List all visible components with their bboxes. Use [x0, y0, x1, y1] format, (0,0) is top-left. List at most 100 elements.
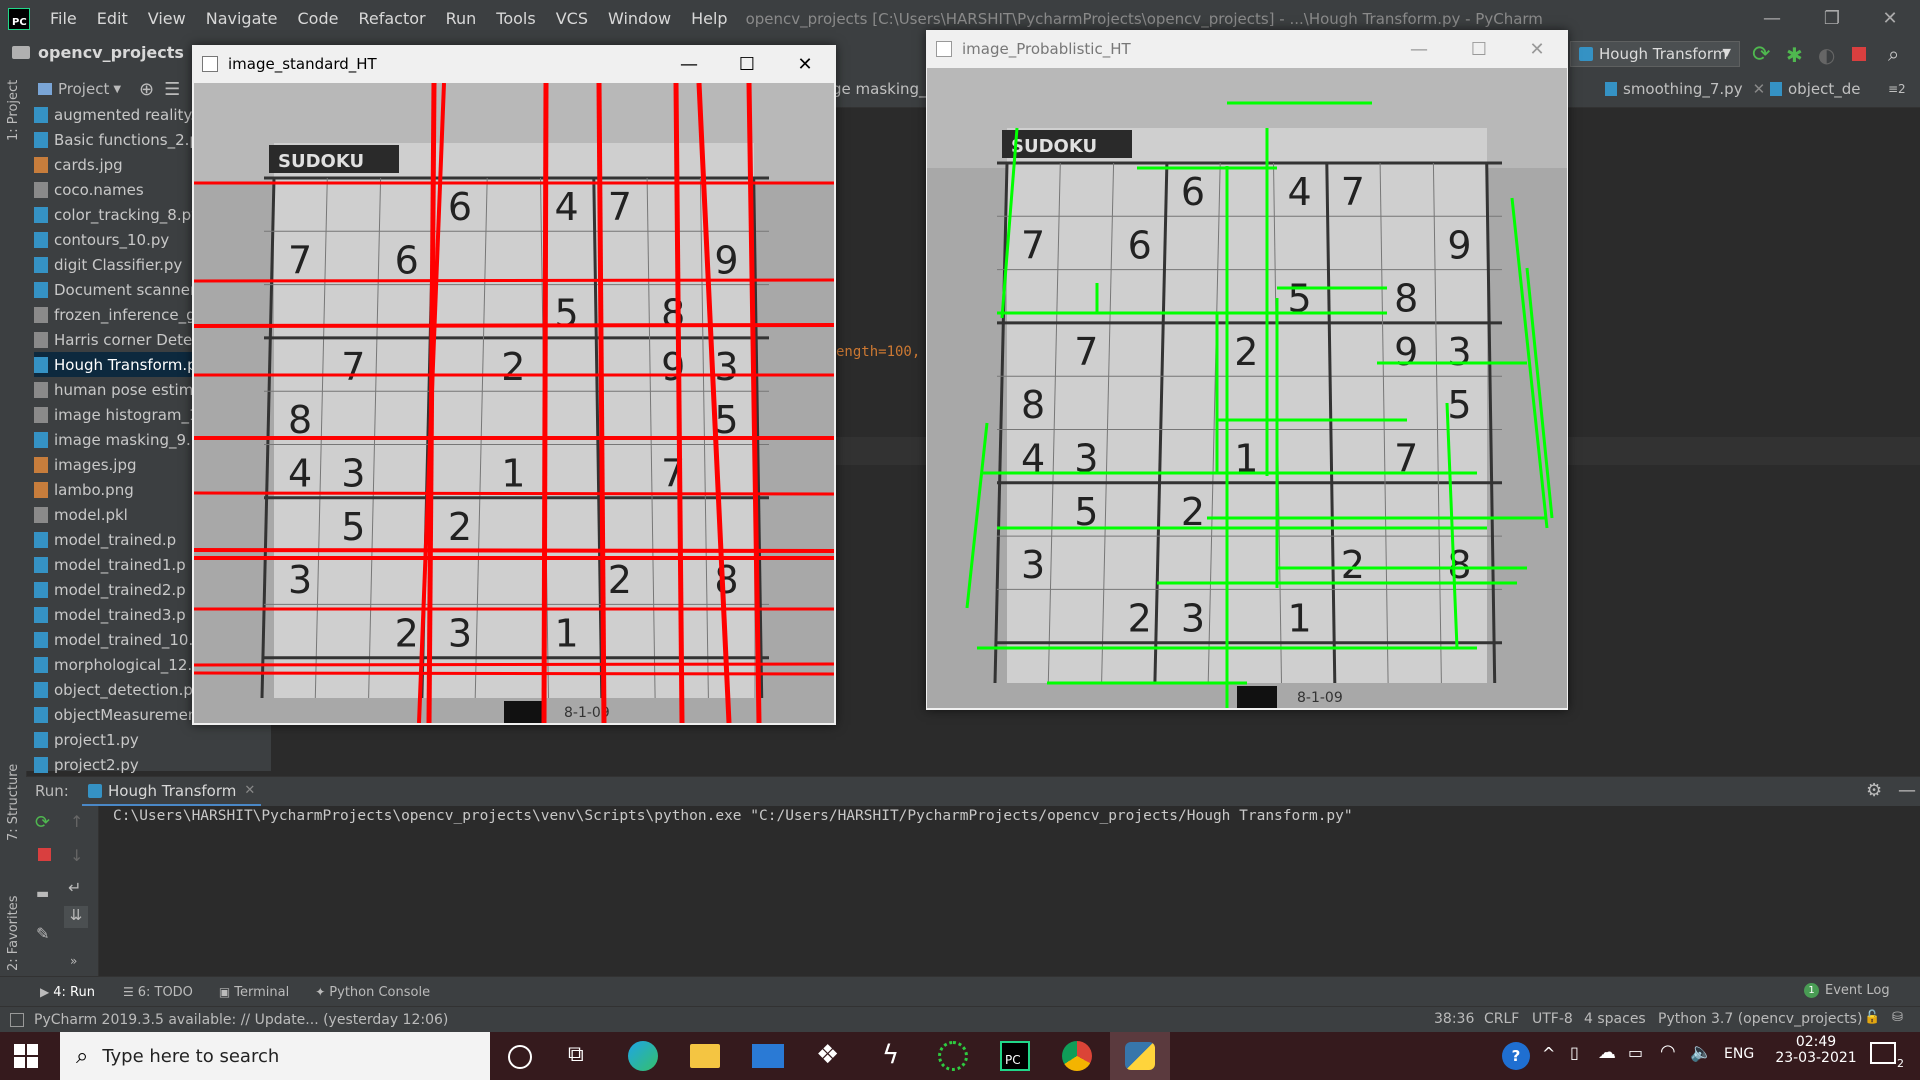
windows-start-icon[interactable]: [14, 1044, 38, 1068]
mail-icon[interactable]: [752, 1044, 784, 1068]
editor-tab-image-masking[interactable]: ge masking_9: [832, 71, 936, 107]
rerun-icon[interactable]: ⟳: [1752, 42, 1770, 67]
event-log-tab[interactable]: 1 Event Log: [1804, 983, 1890, 998]
task-view-icon[interactable]: ⧉: [568, 1042, 584, 1067]
close-tab-icon[interactable]: ✕: [244, 783, 255, 798]
editor-tab-object-detection[interactable]: object_de: [1770, 71, 1860, 107]
maximize-button[interactable]: ☐: [1456, 30, 1502, 68]
edge-icon[interactable]: [628, 1041, 658, 1071]
debug-icon[interactable]: ✱: [1786, 43, 1803, 67]
minimize-button[interactable]: —: [1396, 30, 1442, 68]
terminal-tool-tab[interactable]: ▣ Terminal: [219, 985, 289, 1000]
run-tool-tab-label: 4: Run: [53, 984, 95, 1000]
menu-code[interactable]: Code: [288, 9, 349, 28]
breadcrumb[interactable]: opencv_projects: [12, 43, 184, 62]
minimize-button[interactable]: —: [666, 45, 712, 83]
memory-icon[interactable]: ⛁: [1892, 1010, 1903, 1025]
collapse-icon[interactable]: ☰: [164, 79, 180, 100]
editor-tab-smoothing[interactable]: smoothing_7.py ✕: [1605, 71, 1765, 107]
minimize-button[interactable]: —: [1742, 0, 1802, 37]
tool-windows-icon[interactable]: [10, 1013, 24, 1027]
project-tool-tab[interactable]: 1: Project: [6, 80, 21, 141]
close-button[interactable]: ✕: [1514, 30, 1560, 68]
battery-icon[interactable]: ▭: [1628, 1043, 1643, 1062]
menu-refactor[interactable]: Refactor: [348, 9, 435, 28]
more-icon[interactable]: »: [70, 954, 77, 968]
sudoku-digit: 1: [1288, 596, 1312, 640]
line-separator[interactable]: CRLF: [1484, 1011, 1519, 1027]
lock-icon[interactable]: 🔓: [1864, 1010, 1880, 1025]
device-icon[interactable]: ▯: [1570, 1043, 1579, 1062]
menu-help[interactable]: Help: [681, 9, 737, 28]
file-encoding[interactable]: UTF-8: [1532, 1011, 1573, 1027]
close-button[interactable]: ✕: [1860, 0, 1920, 37]
chevron-up-icon[interactable]: ^: [1542, 1044, 1555, 1063]
probabilistic-ht-window[interactable]: image_Probablistic_HT — ☐ ✕ SUDOKU 8-1-09…: [926, 30, 1568, 710]
cortana-icon[interactable]: [508, 1045, 532, 1069]
down-arrow-icon[interactable]: ↓: [70, 846, 83, 865]
menu-view[interactable]: View: [138, 9, 196, 28]
refresh-app-icon[interactable]: [938, 1041, 968, 1071]
gear-icon[interactable]: ⚙: [1866, 780, 1882, 801]
standard-ht-window[interactable]: image_standard_HT — ☐ ✕ SUDOKU 8-1-09 6 4 7 7…: [192, 45, 836, 725]
maximize-button[interactable]: ☐: [724, 45, 770, 83]
file-explorer-icon[interactable]: [690, 1044, 720, 1068]
run-console[interactable]: [26, 806, 1920, 976]
file-item[interactable]: project2.py: [34, 752, 270, 777]
rerun-icon[interactable]: ⟳: [35, 812, 50, 833]
run-config-dropdown[interactable]: Hough Transform ▼: [1570, 41, 1740, 67]
menu-vcs[interactable]: VCS: [546, 9, 598, 28]
crosshair-icon[interactable]: ⊕: [139, 79, 154, 100]
stop-icon[interactable]: [38, 848, 51, 861]
menu-navigate[interactable]: Navigate: [196, 9, 288, 28]
scroll-to-end-icon[interactable]: ⇊: [64, 906, 88, 928]
clock[interactable]: 02:49 23-03-2021: [1768, 1034, 1864, 1066]
event-log-badge: 1: [1804, 983, 1819, 998]
file-name: project2.py: [54, 755, 139, 774]
menu-edit[interactable]: Edit: [87, 9, 138, 28]
favorites-tool-tab[interactable]: 2: Favorites: [6, 895, 21, 971]
menu-file[interactable]: File: [40, 9, 87, 28]
close-tab-icon[interactable]: ✕: [1753, 80, 1766, 98]
winamp-icon[interactable]: ϟ: [882, 1040, 899, 1070]
clock-time: 02:49: [1795, 1034, 1837, 1050]
onedrive-icon[interactable]: ☁: [1598, 1042, 1616, 1063]
dropbox-icon[interactable]: ❖: [816, 1040, 839, 1070]
search-icon[interactable]: ⌕: [1888, 42, 1899, 66]
pycharm-taskbar-icon[interactable]: PC: [1000, 1041, 1030, 1071]
file-item[interactable]: project1.py: [34, 727, 270, 752]
run-tool-tab[interactable]: ▶ 4: Run: [40, 985, 95, 1000]
notification-icon[interactable]: 2: [1870, 1042, 1904, 1070]
restore-button[interactable]: ❐: [1802, 0, 1862, 37]
volume-icon[interactable]: 🔈: [1690, 1042, 1712, 1063]
caret-position[interactable]: 38:36: [1434, 1011, 1474, 1027]
wifi-icon[interactable]: ◠: [1660, 1041, 1676, 1062]
project-view-dropdown[interactable]: Project: [58, 80, 109, 98]
up-arrow-icon[interactable]: ↑: [70, 812, 83, 831]
menu-tools[interactable]: Tools: [486, 9, 545, 28]
close-button[interactable]: ✕: [782, 45, 828, 83]
stop-icon[interactable]: [1852, 47, 1866, 61]
language-indicator[interactable]: ENG: [1724, 1046, 1754, 1062]
indent-setting[interactable]: 4 spaces: [1584, 1011, 1646, 1027]
coverage-icon[interactable]: ◐: [1818, 43, 1835, 67]
layout-icon[interactable]: ▬: [36, 886, 49, 902]
python-console-tool-tab[interactable]: ✦ Python Console: [315, 985, 430, 1000]
tab-overflow-button[interactable]: ≡2: [1888, 71, 1906, 107]
soft-wrap-icon[interactable]: ↵: [68, 878, 81, 897]
taskbar-search-box[interactable]: ⌕ Type here to search: [60, 1032, 490, 1080]
status-message[interactable]: PyCharm 2019.3.5 available: // Update...…: [34, 1012, 448, 1028]
todo-tool-tab[interactable]: ☰ 6: TODO: [123, 985, 193, 1000]
hide-panel-icon[interactable]: —: [1898, 780, 1916, 801]
help-icon[interactable]: ?: [1502, 1042, 1530, 1070]
chrome-icon[interactable]: [1062, 1041, 1092, 1071]
run-tab[interactable]: Hough Transform ✕: [82, 777, 262, 807]
window-icon: [202, 56, 218, 72]
menu-window[interactable]: Window: [598, 9, 681, 28]
structure-tool-tab[interactable]: 7: Structure: [6, 764, 21, 841]
pin-icon[interactable]: ✎: [36, 924, 49, 943]
menu-run[interactable]: Run: [436, 9, 487, 28]
python-taskbar-active[interactable]: [1110, 1032, 1170, 1080]
window-icon: [936, 41, 952, 57]
python-interpreter[interactable]: Python 3.7 (opencv_projects): [1658, 1011, 1862, 1027]
